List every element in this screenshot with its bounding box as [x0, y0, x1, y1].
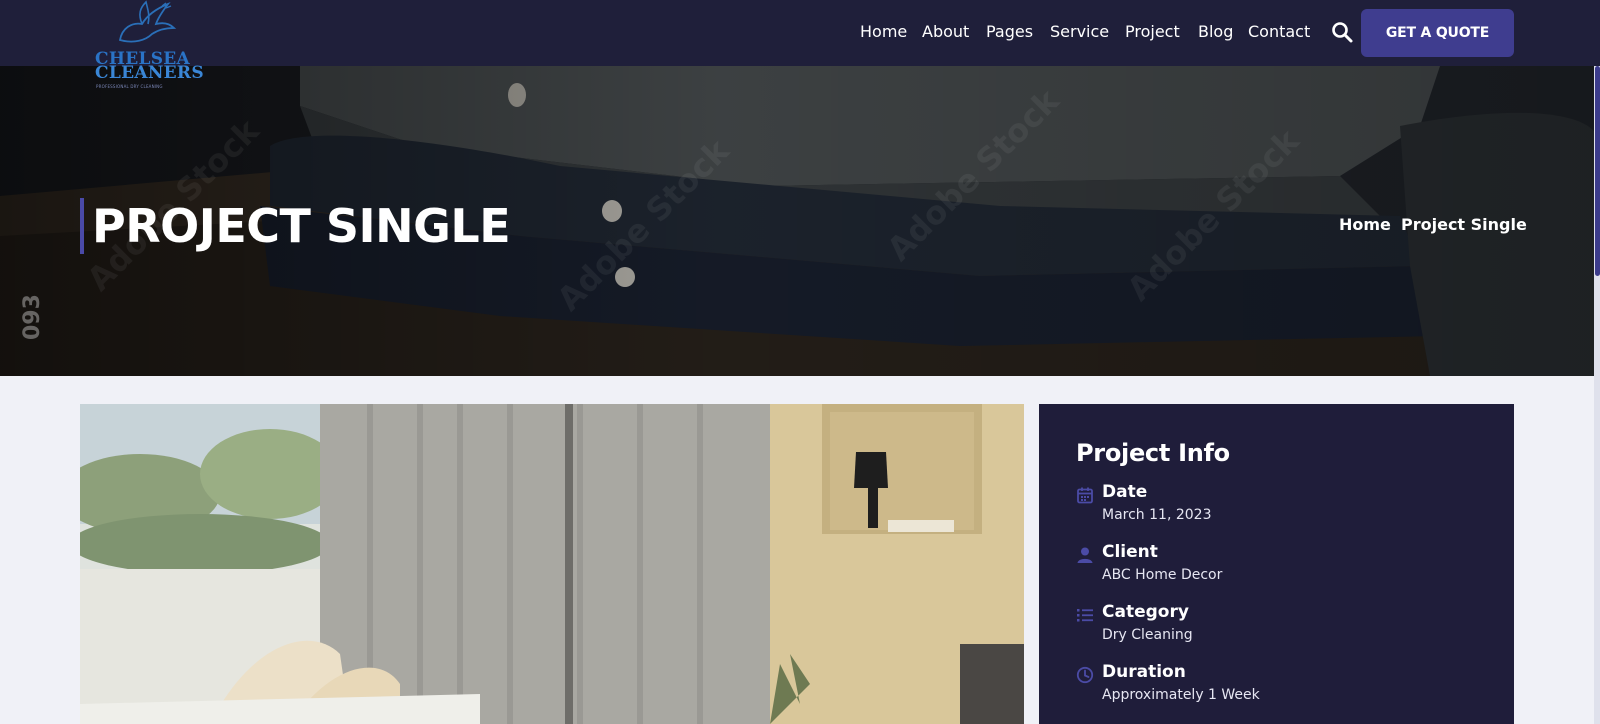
nav-contact[interactable]: Contact	[1248, 22, 1310, 41]
page-title: PROJECT SINGLE	[92, 199, 511, 253]
info-value: Approximately 1 Week	[1102, 687, 1260, 703]
project-image	[80, 404, 1024, 724]
title-accent-bar	[80, 198, 84, 254]
info-label: Category	[1102, 602, 1189, 622]
nav-project[interactable]: Project	[1125, 22, 1180, 41]
dove-icon	[118, 0, 177, 43]
info-item-category: Category Dry Cleaning	[1076, 602, 1476, 652]
search-icon	[1332, 22, 1353, 43]
info-label: Date	[1102, 482, 1148, 502]
info-label: Client	[1102, 542, 1158, 562]
brand-logo[interactable]: CHELSEA CLEANERS PROFESSIONAL DRY CLEANI…	[92, 0, 204, 92]
info-item-duration: Duration Approximately 1 Week	[1076, 662, 1476, 712]
info-value: March 11, 2023	[1102, 507, 1212, 523]
list-icon	[1077, 609, 1093, 622]
info-value: Dry Cleaning	[1102, 627, 1193, 643]
info-value: ABC Home Decor	[1102, 567, 1223, 583]
user-icon	[1077, 547, 1093, 563]
info-item-client: Client ABC Home Decor	[1076, 542, 1476, 592]
breadcrumb-home[interactable]: Home	[1339, 215, 1391, 234]
project-info-title: Project Info	[1076, 439, 1230, 467]
nav-pages[interactable]: Pages	[986, 22, 1033, 41]
info-label: Duration	[1102, 662, 1186, 682]
logo-text-line2: CLEANERS	[95, 63, 204, 83]
nav-blog[interactable]: Blog	[1198, 22, 1233, 41]
scrollbar-thumb[interactable]	[1595, 66, 1600, 276]
image-side-number: 093	[20, 294, 45, 340]
info-item-date: Date March 11, 2023	[1076, 482, 1476, 532]
search-button[interactable]	[1330, 20, 1354, 44]
project-info-card: Project Info Date March 11, 2023 Client …	[1039, 404, 1514, 724]
breadcrumb-current: Project Single	[1401, 215, 1527, 234]
nav-about[interactable]: About	[922, 22, 969, 41]
calendar-icon	[1077, 487, 1093, 504]
nav-home[interactable]: Home	[860, 22, 907, 41]
project-photo	[80, 404, 1024, 724]
logo-tagline: PROFESSIONAL DRY CLEANING	[96, 84, 163, 89]
clock-icon	[1076, 666, 1094, 684]
top-navbar: CHELSEA CLEANERS PROFESSIONAL DRY CLEANI…	[0, 0, 1600, 89]
get-a-quote-button[interactable]: GET A QUOTE	[1361, 9, 1514, 57]
nav-service[interactable]: Service	[1050, 22, 1109, 41]
